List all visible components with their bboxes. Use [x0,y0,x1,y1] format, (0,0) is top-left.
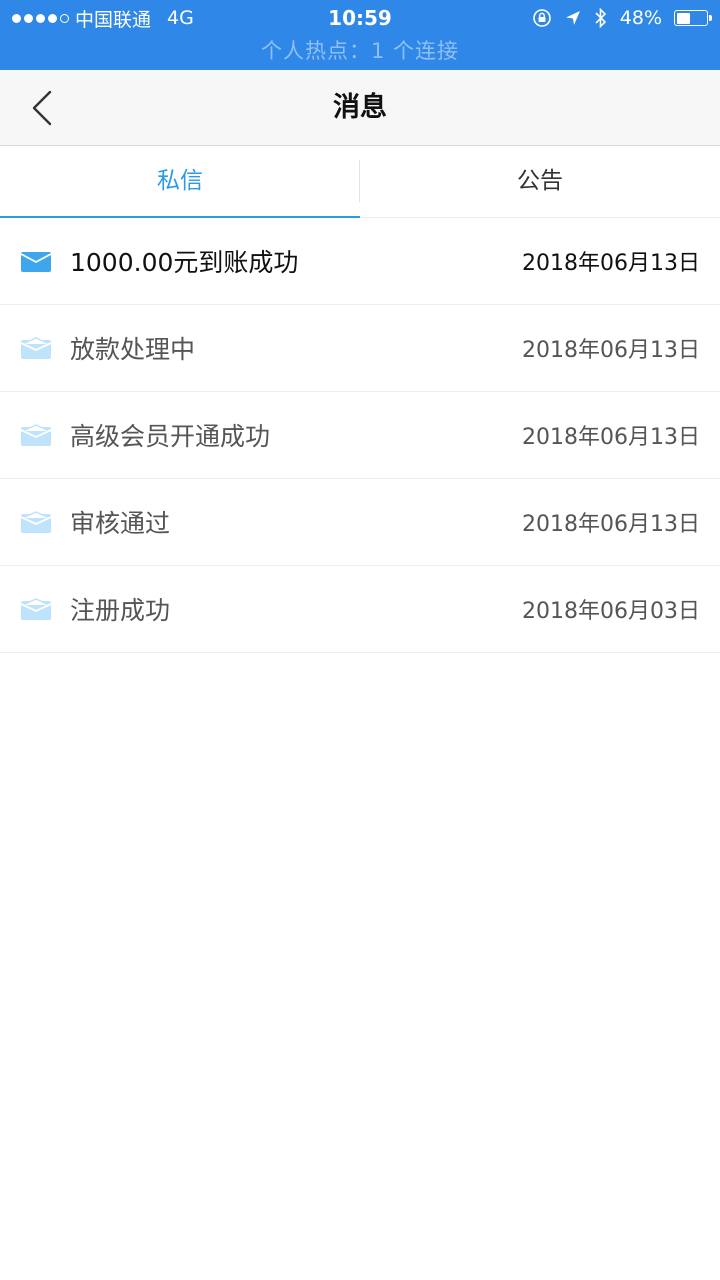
message-list: 1000.00元到账成功 2018年06月13日 放款处理中 2018年06月1… [0,218,720,653]
message-item[interactable]: 高级会员开通成功 2018年06月13日 [0,392,720,479]
message-item[interactable]: 1000.00元到账成功 2018年06月13日 [0,218,720,305]
message-title: 注册成功 [70,596,171,625]
tab-announcements[interactable]: 公告 [360,146,720,217]
message-title: 放款处理中 [70,335,196,364]
envelope-icon [20,252,52,272]
envelope-open-icon [20,424,52,446]
message-title: 高级会员开通成功 [70,422,271,451]
envelope-open-icon [20,598,52,620]
message-title: 1000.00元到账成功 [70,248,299,277]
message-item[interactable]: 放款处理中 2018年06月13日 [0,305,720,392]
hotspot-banner[interactable]: 个人热点：1 个连接 [0,36,720,66]
message-date: 2018年06月03日 [522,599,700,624]
message-item[interactable]: 注册成功 2018年06月03日 [0,566,720,653]
envelope-open-icon [20,337,52,359]
chevron-left-icon [32,90,52,126]
message-date: 2018年06月13日 [522,338,700,363]
message-item[interactable]: 审核通过 2018年06月13日 [0,479,720,566]
page-title: 消息 [333,92,387,123]
message-title: 审核通过 [70,509,171,538]
status-time: 10:59 [328,6,392,30]
tab-private-messages[interactable]: 私信 [0,146,360,218]
message-date: 2018年06月13日 [522,425,700,450]
message-date: 2018年06月13日 [522,251,700,276]
envelope-open-icon [20,511,52,533]
nav-bar: 消息 [0,70,720,146]
tab-bar: 私信 公告 [0,146,720,218]
message-date: 2018年06月13日 [522,512,700,537]
back-button[interactable] [22,88,62,128]
status-bar: 中国联通 4G 48% 10:59 个人热点：1 个连接 [0,0,720,70]
